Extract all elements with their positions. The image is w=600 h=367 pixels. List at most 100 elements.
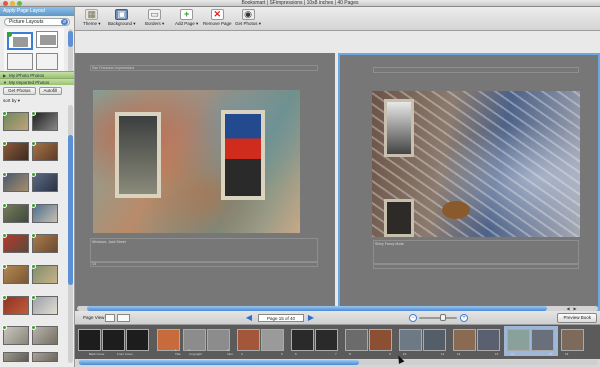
- photo-thumbnail[interactable]: [2, 172, 29, 192]
- photo-thumbnail[interactable]: [2, 233, 29, 253]
- apply-page-layout-header: Apply Page Layout: [0, 7, 74, 16]
- zoom-slider-knob[interactable]: [440, 314, 446, 321]
- theme-icon: ▦: [85, 9, 99, 20]
- layout-type-select[interactable]: Picture Layouts ⇵: [4, 18, 70, 26]
- photo-thumbnail[interactable]: [31, 295, 58, 315]
- navigation-bar: Page View ◀ Page 15 of 40 ▶ − + Preview …: [75, 311, 600, 325]
- page-indicator[interactable]: Page 15 of 40: [258, 314, 304, 322]
- toolbar: ▦ Theme ▾ ▣ Background ▾ ▭ Borders ▾ + A…: [75, 7, 600, 31]
- checkmark-icon: [2, 295, 7, 300]
- film-label: 10: [403, 352, 407, 356]
- photo-thumbnail[interactable]: [32, 352, 58, 362]
- close-window-button[interactable]: [3, 1, 8, 6]
- film-label: 15: [549, 352, 553, 356]
- get-photos-button[interactable]: Get Photos: [3, 87, 36, 95]
- preview-book-button[interactable]: Preview Book: [557, 313, 597, 323]
- layout-type-value: Picture Layouts: [9, 19, 44, 25]
- photo-thumbnail[interactable]: [2, 325, 29, 345]
- layout-thumb[interactable]: [7, 53, 33, 70]
- photo-buttons: Get Photos Autofill: [0, 85, 74, 97]
- film-label: Copyright: [189, 352, 202, 356]
- get-photos-toolbar-button[interactable]: ◉ Get Photos ▾: [235, 9, 261, 27]
- window-title: Booksmart | SFimpressions | 10x8 inches …: [241, 0, 359, 6]
- remove-page-icon: ✕: [210, 9, 224, 20]
- film-label: 12: [457, 352, 461, 356]
- borders-button[interactable]: ▭ Borders ▾: [145, 9, 164, 27]
- film-label: Title: [175, 352, 181, 356]
- checkmark-icon: [31, 203, 36, 208]
- photo-fire-escape[interactable]: [372, 91, 580, 237]
- section-imported-photos[interactable]: ▼ My Imported Photos: [0, 78, 74, 85]
- photo-thumbnail[interactable]: [31, 141, 58, 161]
- checkmark-icon: [2, 325, 7, 330]
- zoom-out-icon[interactable]: −: [409, 314, 417, 322]
- film-label: 13: [495, 352, 499, 356]
- page-view-label: Page View: [83, 315, 105, 320]
- next-page-arrow-icon[interactable]: ▶: [307, 314, 315, 322]
- title-bar: Booksmart | SFimpressions | 10x8 inches …: [0, 0, 600, 7]
- page-15[interactable]: Shiny Fancy Mode: [338, 53, 600, 311]
- zoom-in-icon[interactable]: +: [460, 314, 468, 322]
- photo-thumbnail[interactable]: [2, 203, 29, 223]
- filmstrip-scrollbar[interactable]: [77, 360, 598, 365]
- footer-text-box[interactable]: [90, 261, 318, 267]
- film-label: Front Cover: [117, 352, 133, 356]
- checkmark-icon: [2, 172, 7, 177]
- layout-thumb[interactable]: [36, 53, 58, 70]
- photo-thumbnail[interactable]: [2, 264, 29, 284]
- photo-windows-jack-street[interactable]: [93, 90, 300, 233]
- photo-sign: [442, 201, 470, 219]
- camera-icon: ◉: [241, 9, 255, 20]
- minimize-window-button[interactable]: [10, 1, 15, 6]
- film-label: 16: [565, 352, 569, 356]
- layout-thumbnails: [4, 28, 64, 71]
- page-number: 14: [92, 262, 96, 266]
- page-caption: Windows, Jack Street: [92, 240, 126, 244]
- film-label: Back Cover: [89, 352, 105, 356]
- photo-thumbnail[interactable]: [2, 295, 29, 315]
- theme-button[interactable]: ▦ Theme ▾: [83, 9, 101, 27]
- photos-scrollbar[interactable]: [68, 105, 73, 363]
- layout-scrollbar[interactable]: [68, 29, 73, 75]
- sort-by-control[interactable]: sort by ▾: [0, 97, 74, 104]
- checkmark-icon: [31, 141, 36, 146]
- checkmark-icon: [31, 295, 36, 300]
- photo-thumbnail[interactable]: [31, 325, 58, 345]
- header-text-box[interactable]: [373, 67, 579, 73]
- page-header-text: San Francisco Impressions: [92, 66, 135, 70]
- film-label: 7: [335, 352, 337, 356]
- spread-view-icon[interactable]: [117, 314, 130, 322]
- film-label: 6: [295, 352, 297, 356]
- photo-window-right: [221, 110, 265, 200]
- single-page-view-icon[interactable]: [105, 314, 115, 322]
- checkmark-icon: [2, 233, 7, 238]
- window-controls: [3, 1, 22, 6]
- photo-thumbnail[interactable]: [31, 233, 58, 253]
- zoom-window-button[interactable]: [17, 1, 22, 6]
- film-label: 14: [511, 352, 515, 356]
- zoom-slider-track[interactable]: [419, 317, 457, 319]
- layout-thumb[interactable]: [36, 31, 58, 48]
- scrollbar-thumb[interactable]: [79, 360, 359, 365]
- photo-thumbnail[interactable]: [31, 172, 58, 192]
- photo-thumbnail[interactable]: [31, 111, 58, 131]
- layout-thumb-selected[interactable]: [7, 32, 33, 50]
- remove-page-button[interactable]: ✕ Remove Page: [203, 9, 232, 26]
- previous-page-arrow-icon[interactable]: ◀: [245, 314, 253, 322]
- photo-thumbnail[interactable]: [31, 203, 58, 223]
- photo-thumbnail[interactable]: [2, 141, 29, 161]
- background-icon: ▣: [115, 9, 129, 20]
- photo-thumbnail[interactable]: [3, 352, 29, 362]
- section-iphoto-photos[interactable]: ▶ My iPhoto Photos: [0, 71, 74, 78]
- photo-thumbnail[interactable]: [2, 111, 29, 131]
- checkmark-icon: [31, 325, 36, 330]
- background-button[interactable]: ▣ Background ▾: [108, 9, 136, 27]
- page-caption: Shiny Fancy Mode: [375, 242, 404, 246]
- autofill-button[interactable]: Autofill: [38, 87, 63, 95]
- add-page-button[interactable]: + Add Page ▾: [175, 9, 198, 27]
- photo-window-left: [115, 112, 161, 198]
- film-label: Intro: [227, 352, 234, 356]
- page-14[interactable]: San Francisco Impressions Windows, Jack …: [75, 53, 335, 311]
- photo-thumbnail[interactable]: [31, 264, 58, 284]
- footer-text-box[interactable]: [373, 263, 579, 269]
